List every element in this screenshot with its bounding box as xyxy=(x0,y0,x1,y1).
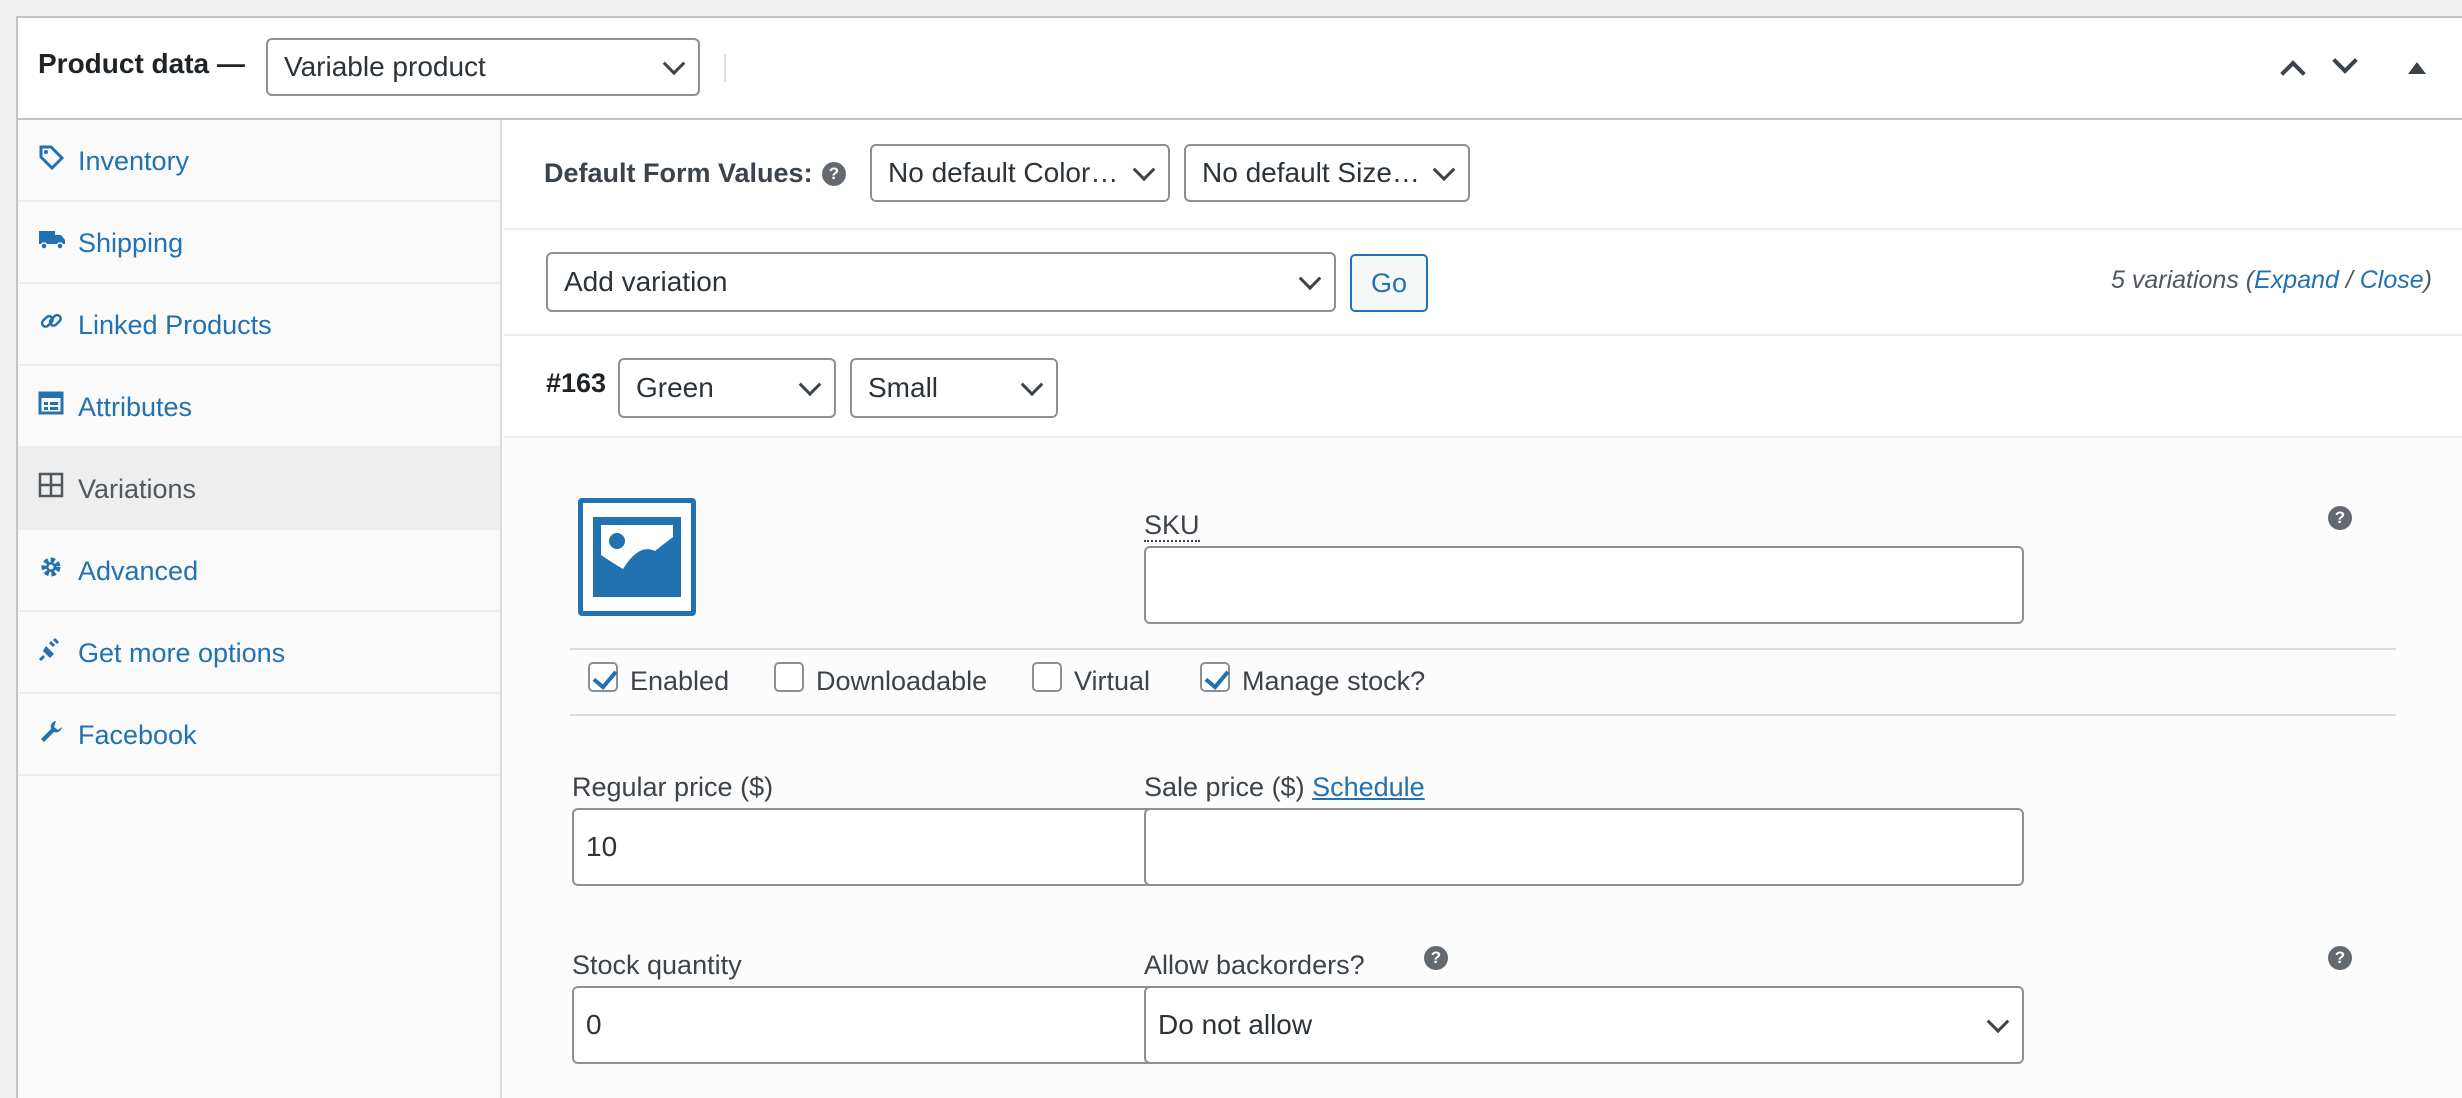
sku-label: SKU xyxy=(1144,510,1200,542)
default-size-value: No default Size… xyxy=(1202,157,1420,188)
variation-size-select[interactable]: Small xyxy=(850,358,1058,418)
tab-label: Linked Products xyxy=(78,310,272,340)
divider xyxy=(570,714,2396,716)
wrench-icon xyxy=(38,718,64,744)
panel-title: Product data — xyxy=(38,48,245,79)
header-divider xyxy=(724,54,726,82)
product-data-panel: Product data — Variable product Inventor… xyxy=(16,16,2462,1098)
move-down-icon[interactable] xyxy=(2332,48,2358,74)
chevron-down-icon xyxy=(1020,373,1044,397)
tab-variations[interactable]: Variations xyxy=(18,448,500,530)
variation-action-select[interactable]: Add variation xyxy=(546,252,1336,312)
help-icon[interactable]: ? xyxy=(1424,946,1448,970)
panel-header: Product data — Variable product xyxy=(18,18,2462,120)
help-icon[interactable]: ? xyxy=(822,162,846,186)
downloadable-checkbox[interactable] xyxy=(774,662,804,692)
tab-inventory[interactable]: Inventory xyxy=(18,120,500,202)
enabled-label: Enabled xyxy=(630,666,730,696)
allow-backorders-select[interactable]: Do not allow xyxy=(1144,986,2024,1064)
variation-id: #163 xyxy=(546,368,607,398)
product-data-tabs: Inventory Shipping Linked Products Attri… xyxy=(18,120,502,1098)
tab-attributes[interactable]: Attributes xyxy=(18,366,500,448)
variation-image-upload[interactable] xyxy=(578,498,696,616)
default-form-values-row: Default Form Values: ? No default Color…… xyxy=(504,120,2462,230)
truck-icon xyxy=(38,226,65,252)
tab-label: Shipping xyxy=(78,228,184,258)
manage-stock-checkbox[interactable] xyxy=(1200,662,1230,692)
sale-price-input[interactable] xyxy=(1144,808,2024,886)
allow-backorders-value: Do not allow xyxy=(1158,1009,1313,1040)
product-type-select[interactable]: Variable product xyxy=(266,38,700,96)
help-icon[interactable]: ? xyxy=(2328,506,2352,530)
variation-color-select[interactable]: Green xyxy=(618,358,836,418)
variation-action-value: Add variation xyxy=(564,266,728,297)
tab-label: Variations xyxy=(78,474,197,504)
help-icon[interactable]: ? xyxy=(2328,946,2352,970)
tab-label: Attributes xyxy=(78,392,193,422)
tab-label: Facebook xyxy=(78,720,197,750)
sku-input[interactable] xyxy=(1144,546,2024,624)
list-icon xyxy=(38,390,64,416)
chevron-down-icon xyxy=(1298,267,1322,291)
link-icon xyxy=(38,308,64,334)
tab-facebook[interactable]: Facebook xyxy=(18,694,500,776)
tag-icon xyxy=(38,144,65,171)
go-button[interactable]: Go xyxy=(1350,254,1428,312)
grid-icon xyxy=(38,472,64,498)
chevron-down-icon xyxy=(798,373,822,397)
schedule-link[interactable]: Schedule xyxy=(1312,772,1425,802)
tab-linked-products[interactable]: Linked Products xyxy=(18,284,500,366)
enabled-checkbox[interactable] xyxy=(588,662,618,692)
plugin-icon xyxy=(38,636,64,662)
toggle-panel-icon[interactable] xyxy=(2408,62,2426,74)
chevron-down-icon xyxy=(1432,158,1456,182)
product-type-value: Variable product xyxy=(284,51,486,82)
downloadable-label: Downloadable xyxy=(816,666,988,696)
move-up-icon[interactable] xyxy=(2280,60,2306,86)
allow-backorders-label: Allow backorders? xyxy=(1144,950,1365,980)
chevron-down-icon xyxy=(1986,1010,2010,1034)
tab-label: Inventory xyxy=(78,146,190,176)
chevron-down-icon xyxy=(1132,158,1156,182)
gear-icon xyxy=(38,554,64,580)
divider xyxy=(570,648,2396,650)
variation-count: 5 variations (Expand / Close) xyxy=(2110,266,2432,294)
tab-advanced[interactable]: Advanced xyxy=(18,530,500,612)
expand-link[interactable]: Expand xyxy=(2254,266,2339,294)
manage-stock-label: Manage stock? xyxy=(1242,666,1426,696)
virtual-label: Virtual xyxy=(1074,666,1151,696)
image-placeholder-icon xyxy=(593,517,681,597)
variation-actions-row: Add variation Go 5 variations (Expand / … xyxy=(504,230,2462,336)
chevron-down-icon xyxy=(662,52,686,76)
regular-price-label: Regular price ($) xyxy=(572,772,774,802)
variation-size-value: Small xyxy=(868,372,939,403)
virtual-checkbox[interactable] xyxy=(1032,662,1062,692)
tab-label: Advanced xyxy=(78,556,199,586)
default-size-select[interactable]: No default Size… xyxy=(1184,144,1470,202)
variation-color-value: Green xyxy=(636,372,714,403)
default-form-values-label: Default Form Values: xyxy=(544,158,813,188)
default-color-value: No default Color… xyxy=(888,157,1119,188)
stock-quantity-label: Stock quantity xyxy=(572,950,742,980)
variation-header[interactable]: #163 Green Small xyxy=(504,336,2462,438)
variations-panel: Default Form Values: ? No default Color…… xyxy=(504,120,2462,1098)
sale-price-label: Sale price ($) Schedule xyxy=(1144,772,1425,802)
default-color-select[interactable]: No default Color… xyxy=(870,144,1170,202)
variation-body: SKU ? Enabled Downloadable Virtual Manag… xyxy=(504,438,2462,1098)
tab-shipping[interactable]: Shipping xyxy=(18,202,500,284)
tab-get-more-options[interactable]: Get more options xyxy=(18,612,500,694)
tab-label: Get more options xyxy=(78,638,286,668)
close-link[interactable]: Close xyxy=(2360,266,2424,294)
